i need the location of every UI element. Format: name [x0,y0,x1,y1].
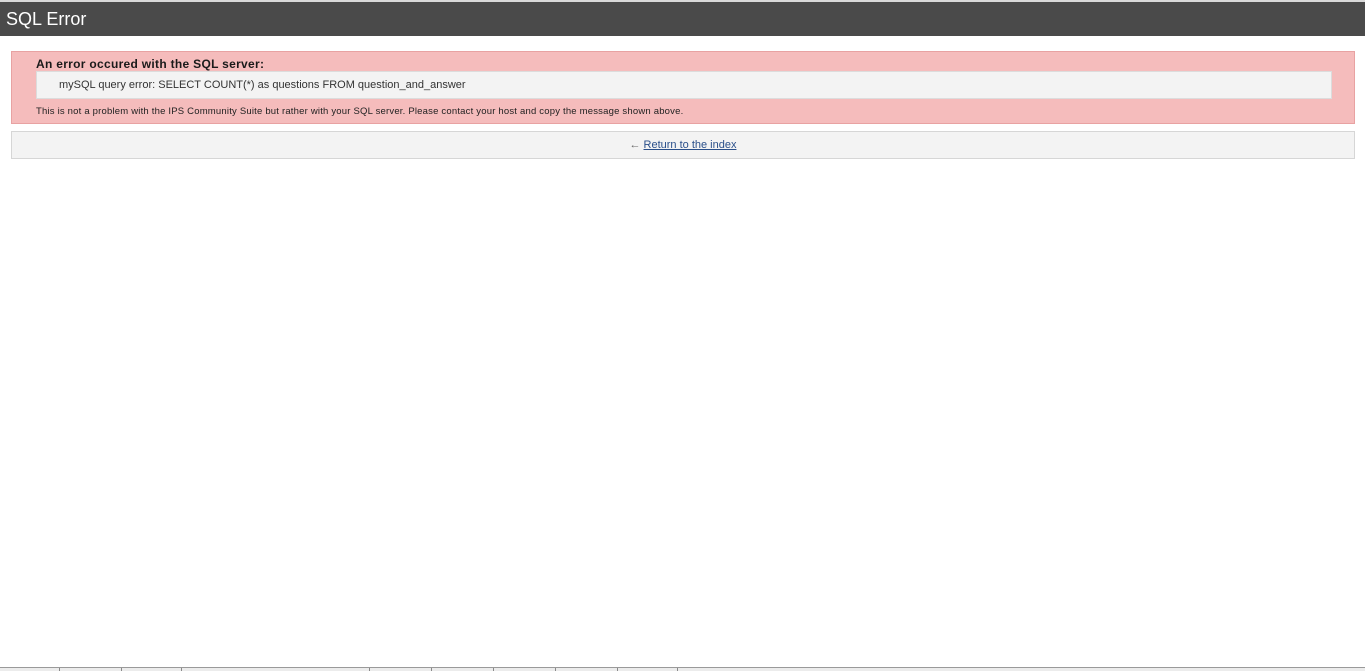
bottom-taskbar-edge [0,667,1365,671]
query-message-box: mySQL query error: SELECT COUNT(*) as qu… [36,71,1332,99]
query-message: mySQL query error: SELECT COUNT(*) as qu… [59,79,466,91]
page-header: SQL Error [0,2,1365,36]
error-heading: An error occured with the SQL server: [36,57,265,71]
return-to-index-link[interactable]: Return to the index [644,139,737,151]
page-title: SQL Error [6,9,87,29]
left-arrow-icon: ← [629,139,641,151]
return-nav-inner: ← Return to the index [630,139,737,151]
error-panel: An error occured with the SQL server: my… [11,51,1355,124]
return-nav: ← Return to the index [11,131,1355,159]
error-note: This is not a problem with the IPS Commu… [36,106,684,117]
